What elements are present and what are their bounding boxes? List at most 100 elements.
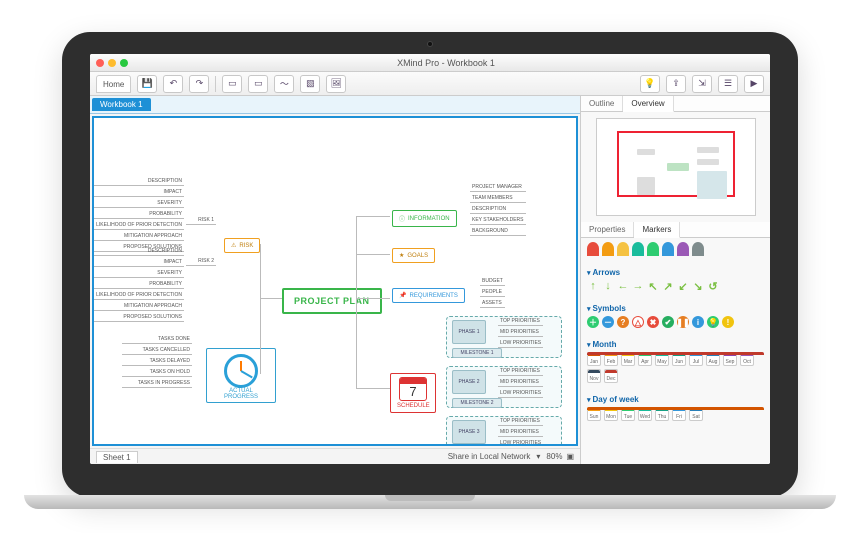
topic-requirements[interactable]: 📌REQUIREMENTS [392,288,465,303]
pause-symbol-icon[interactable]: ❚❚ [677,316,689,328]
main-toolbar: Home 💾 ↶ ↷ ▭ ▭ ～ ▧ 🖼 💡 ⇪ ⇲ ☰ ▶ [90,72,770,96]
symbols-row: ＋ － ? △ ✖ ✔ ❚❚ i 💡 ! [587,316,764,328]
export-button[interactable]: ⇪ [666,75,686,93]
document-tab[interactable]: Workbook 1 [92,98,151,111]
people-marker[interactable] [647,242,659,256]
people-marker[interactable] [632,242,644,256]
gantt-button[interactable]: ☰ [718,75,738,93]
subtopic-button[interactable]: ▭ [248,75,268,93]
presentation-button[interactable]: ▶ [744,75,764,93]
relationship-button[interactable]: ～ [274,75,294,93]
information-children: PROJECT MANAGER TEAM MEMBERS DESCRIPTION… [470,184,526,236]
app-window: XMind Pro - Workbook 1 Home 💾 ↶ ↷ ▭ ▭ ～ … [90,54,770,464]
phase-3[interactable]: PHASE 3 [452,420,486,444]
tab-properties[interactable]: Properties [581,222,634,237]
window-titlebar: XMind Pro - Workbook 1 [90,54,770,72]
plus-symbol-icon[interactable]: ＋ [587,316,599,328]
people-marker[interactable] [662,242,674,256]
requirements-children: BUDGET PEOPLE ASSETS [480,278,505,308]
question-symbol-icon[interactable]: ? [617,316,629,328]
milestone-2[interactable]: MILESTONE 2 [452,398,502,408]
arrow-downleft-icon[interactable]: ↙ [677,280,689,292]
tab-overview[interactable]: Overview [623,96,673,112]
month-nov[interactable]: Nov [587,369,601,383]
minimize-button[interactable] [108,59,116,67]
no-symbol-icon[interactable]: ✖ [647,316,659,328]
side-panel: Outline Overview [580,96,770,464]
leaf[interactable]: RISK 1 [186,217,216,225]
sheet-tab[interactable]: Sheet 1 [96,451,138,463]
alert-symbol-icon[interactable]: ! [722,316,734,328]
arrow-refresh-icon[interactable]: ↺ [707,280,719,292]
actual-children: TASKS DONE TASKS CANCELLED TASKS DELAYED… [122,336,192,388]
zoom-level[interactable]: 80% [546,452,562,461]
maximize-button[interactable] [120,59,128,67]
section-arrows[interactable]: Arrows [587,268,764,277]
section-dow[interactable]: Day of week [587,395,764,404]
phase-2[interactable]: PHASE 2 [452,370,486,394]
share-label[interactable]: Share in Local Network [448,452,531,461]
laptop-frame: XMind Pro - Workbook 1 Home 💾 ↶ ↷ ▭ ▭ ～ … [62,32,798,497]
people-marker[interactable] [617,242,629,256]
minus-symbol-icon[interactable]: － [602,316,614,328]
risk1-details: DESCRIPTION IMPACT SEVERITY PROBABILITY … [92,178,184,252]
risk2-details: DESCRIPTION IMPACT SEVERITY PROBABILITY … [92,248,184,322]
section-month[interactable]: Month [587,340,764,349]
topic-risk[interactable]: ⚠RISK [224,238,260,253]
warning-symbol-icon[interactable]: △ [632,316,644,328]
topic-schedule[interactable]: 7 SCHEDULE [390,373,436,413]
section-symbols[interactable]: Symbols [587,304,764,313]
leaf[interactable]: RISK 2 [186,258,216,266]
markers-people [581,238,770,260]
central-topic[interactable]: PROJECT PLAN [282,288,382,314]
calendar-icon: 7 [399,377,427,401]
close-button[interactable] [96,59,104,67]
camera-dot [427,41,433,47]
arrow-downright-icon[interactable]: ↘ [692,280,704,292]
topic-goals[interactable]: ★GOALS [392,248,435,263]
side-tabs-bottom: Properties Markers [581,222,770,238]
window-controls [96,59,128,67]
share-button[interactable]: ⇲ [692,75,712,93]
overview-thumbnail[interactable] [596,118,756,216]
arrow-upright-icon[interactable]: ↗ [662,280,674,292]
document-tabbar: Workbook 1 [90,96,580,114]
tab-markers[interactable]: Markers [634,222,680,238]
topic-information[interactable]: ⓘINFORMATION [392,210,457,227]
arrow-upleft-icon[interactable]: ↖ [647,280,659,292]
side-tabs-top: Outline Overview [581,96,770,112]
arrow-up-icon[interactable]: ↑ [587,280,599,292]
month-row: Jan Feb Mar Apr May Jun Jul Aug Sep Oct … [587,352,764,383]
people-marker[interactable] [602,242,614,256]
people-marker[interactable] [587,242,599,256]
arrows-row: ↑ ↓ ← → ↖ ↗ ↙ ↘ ↺ [587,280,764,292]
dow-row: Sun Mon Tue Wed Thu Fri Sat [587,407,764,421]
arrow-right-icon[interactable]: → [632,280,644,292]
phase-1[interactable]: PHASE 1 [452,320,486,344]
mindmap-canvas[interactable]: PROJECT PLAN ⚠RISK RISK 1 RISK 2 DESCRIP… [92,116,578,446]
topic-actual-progress[interactable]: ACTUAL PROGRESS [206,348,276,403]
home-tab[interactable]: Home [96,75,131,93]
laptop-base [24,495,836,509]
image-button[interactable]: 🖼 [326,75,346,93]
fit-icon[interactable]: ▣ [566,452,574,461]
clock-icon [224,354,258,388]
arrow-left-icon[interactable]: ← [617,280,629,292]
milestone-1[interactable]: MILESTONE 1 [452,348,502,358]
arrow-down-icon[interactable]: ↓ [602,280,614,292]
idea-symbol-icon[interactable]: 💡 [707,316,719,328]
filter-icon[interactable]: ▾ [536,452,540,461]
people-marker[interactable] [677,242,689,256]
check-symbol-icon[interactable]: ✔ [662,316,674,328]
people-marker[interactable] [692,242,704,256]
tab-outline[interactable]: Outline [581,96,623,111]
undo-button[interactable]: ↶ [163,75,183,93]
save-button[interactable]: 💾 [137,75,157,93]
overview-panel [581,112,770,222]
topic-button[interactable]: ▭ [222,75,242,93]
month-dec[interactable]: Dec [604,369,618,383]
redo-button[interactable]: ↷ [189,75,209,93]
idea-button[interactable]: 💡 [640,75,660,93]
info-symbol-icon[interactable]: i [692,316,704,328]
boundary-button[interactable]: ▧ [300,75,320,93]
